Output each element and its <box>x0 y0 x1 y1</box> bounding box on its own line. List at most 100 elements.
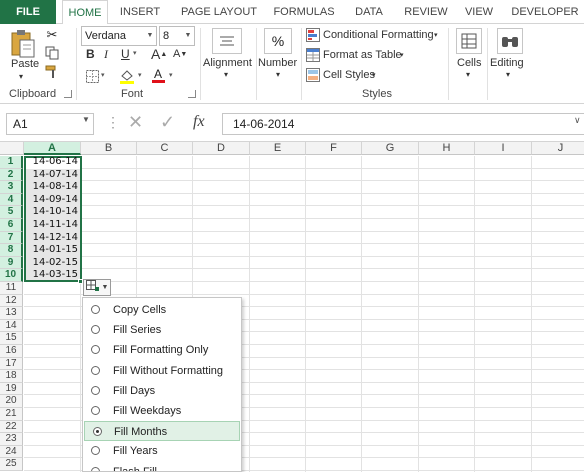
cell-a6[interactable]: 14-11-14 <box>24 219 81 232</box>
format-painter-icon[interactable] <box>43 64 61 80</box>
underline-dropdown-icon[interactable]: ▾ <box>133 49 137 57</box>
menu-item-fill-days[interactable]: Fill Days <box>83 381 241 401</box>
increase-font-icon[interactable]: A ▲ <box>151 46 167 62</box>
number-button[interactable]: Number <box>258 57 297 69</box>
tab-data[interactable]: DATA <box>348 0 390 24</box>
column-header-h[interactable]: H <box>419 142 475 155</box>
column-header-g[interactable]: G <box>362 142 419 155</box>
enter-icon[interactable]: ✓ <box>160 112 175 133</box>
format-as-table-icon[interactable] <box>306 48 320 62</box>
row-header-3[interactable]: 3 <box>0 181 23 194</box>
row-header-25[interactable]: 25 <box>0 458 23 471</box>
copy-icon[interactable] <box>43 45 61 61</box>
menu-item-fill-years[interactable]: Fill Years <box>83 441 241 461</box>
row-header-7[interactable]: 7 <box>0 231 23 245</box>
row-header-19[interactable]: 19 <box>0 382 23 396</box>
number-format-icon[interactable]: % <box>264 28 292 54</box>
row-header-8[interactable]: 8 <box>0 244 23 257</box>
row-header-23[interactable]: 23 <box>0 433 23 446</box>
column-header-d[interactable]: D <box>193 142 250 155</box>
row-header-20[interactable]: 20 <box>0 395 23 408</box>
cell-a9[interactable]: 14-02-15 <box>24 257 81 270</box>
cells-button[interactable]: Cells <box>457 57 481 69</box>
row-header-15[interactable]: 15 <box>0 332 23 345</box>
cells-dropdown-icon[interactable]: ▾ <box>466 70 470 79</box>
conditional-formatting-dropdown-icon[interactable]: ▾ <box>434 31 438 39</box>
cell-styles-icon[interactable] <box>306 68 320 82</box>
menu-item-fill-series[interactable]: Fill Series <box>83 320 241 340</box>
bold-button[interactable]: B <box>86 47 95 61</box>
formula-input[interactable]: 14-06-2014 <box>222 113 584 135</box>
cell-a2[interactable]: 14-07-14 <box>24 169 81 182</box>
binoculars-icon[interactable] <box>497 28 523 54</box>
row-header-21[interactable]: 21 <box>0 408 23 421</box>
column-header-j[interactable]: J <box>532 142 584 155</box>
auto-fill-options-button[interactable]: ▼ <box>83 279 111 296</box>
more-options-icon[interactable]: ⋮ <box>106 114 120 131</box>
cell-a5[interactable]: 14-10-14 <box>24 206 81 219</box>
tab-insert[interactable]: INSERT <box>114 0 166 24</box>
tab-formulas[interactable]: FORMULAS <box>270 0 338 24</box>
row-header-12[interactable]: 12 <box>0 294 23 308</box>
conditional-formatting-button[interactable]: Conditional Formatting <box>323 29 434 41</box>
cell-styles-dropdown-icon[interactable]: ▾ <box>372 71 376 79</box>
cancel-icon[interactable]: ✕ <box>128 112 143 133</box>
menu-item-copy-cells[interactable]: Copy Cells <box>83 300 241 320</box>
cell-a1[interactable]: 14-06-14 <box>24 156 81 169</box>
select-all-corner[interactable] <box>0 142 24 155</box>
conditional-formatting-icon[interactable] <box>306 28 320 42</box>
paste-button[interactable]: Paste <box>11 58 39 70</box>
row-header-17[interactable]: 17 <box>0 357 23 371</box>
italic-button[interactable]: I <box>104 47 108 62</box>
cell-styles-button[interactable]: Cell Styles <box>323 69 375 81</box>
row-header-13[interactable]: 13 <box>0 307 23 320</box>
row-header-14[interactable]: 14 <box>0 319 23 333</box>
editing-button[interactable]: Editing <box>490 57 524 69</box>
alignment-dropdown-icon[interactable]: ▾ <box>224 70 228 79</box>
font-launcher-icon[interactable] <box>188 90 196 98</box>
format-as-table-button[interactable]: Format as Table <box>323 49 402 61</box>
format-as-table-dropdown-icon[interactable]: ▾ <box>400 51 404 59</box>
menu-item-fill-formatting-only[interactable]: Fill Formatting Only <box>83 340 241 360</box>
row-header-5[interactable]: 5 <box>0 206 23 219</box>
cut-icon[interactable]: ✂ <box>43 27 61 43</box>
tab-review[interactable]: REVIEW <box>400 0 452 24</box>
cell-a3[interactable]: 14-08-14 <box>24 181 81 194</box>
column-header-i[interactable]: I <box>475 142 532 155</box>
paste-dropdown-icon[interactable]: ▾ <box>19 72 23 81</box>
font-name-combo[interactable]: Verdana ▼ <box>81 26 157 46</box>
menu-item-fill-weekdays[interactable]: Fill Weekdays <box>83 401 241 421</box>
alignment-button[interactable]: Alignment <box>203 57 252 69</box>
alignment-icon[interactable] <box>212 28 242 54</box>
row-header-16[interactable]: 16 <box>0 345 23 358</box>
row-header-22[interactable]: 22 <box>0 420 23 434</box>
borders-icon[interactable] <box>84 68 100 84</box>
clipboard-launcher-icon[interactable] <box>64 90 72 98</box>
font-color-dropdown-icon[interactable]: ▾ <box>169 71 173 79</box>
cell-a8[interactable]: 14-01-15 <box>24 244 81 257</box>
name-box-dropdown-icon[interactable]: ▼ <box>82 115 90 124</box>
row-header-10[interactable]: 10 <box>0 269 23 282</box>
expand-formula-icon[interactable]: ∨ <box>574 115 581 126</box>
borders-dropdown-icon[interactable]: ▾ <box>101 71 105 79</box>
column-header-c[interactable]: C <box>137 142 193 155</box>
tab-developer[interactable]: DEVELOPER <box>506 0 584 24</box>
column-header-b[interactable]: B <box>81 142 137 155</box>
column-header-f[interactable]: F <box>306 142 362 155</box>
menu-item-fill-months[interactable]: Fill Months <box>84 421 240 442</box>
name-box[interactable]: A1 <box>6 113 94 135</box>
column-header-e[interactable]: E <box>250 142 306 155</box>
font-size-combo[interactable]: 8 ▼ <box>159 26 195 46</box>
insert-function-icon[interactable]: fx <box>193 113 205 131</box>
editing-dropdown-icon[interactable]: ▾ <box>506 70 510 79</box>
row-header-4[interactable]: 4 <box>0 193 23 207</box>
menu-item-fill-without-formatting[interactable]: Fill Without Formatting <box>83 361 241 381</box>
font-name-dropdown-icon[interactable]: ▼ <box>144 27 156 45</box>
paste-icon[interactable] <box>8 28 38 60</box>
decrease-font-icon[interactable]: A ▼ <box>173 48 187 60</box>
fill-color-icon[interactable] <box>118 67 136 85</box>
menu-item-flash-fill[interactable]: Flash Fill <box>83 462 241 471</box>
tab-home[interactable]: HOME <box>62 0 108 25</box>
row-header-1[interactable]: 1 <box>0 156 23 169</box>
fill-color-dropdown-icon[interactable]: ▾ <box>138 71 142 79</box>
